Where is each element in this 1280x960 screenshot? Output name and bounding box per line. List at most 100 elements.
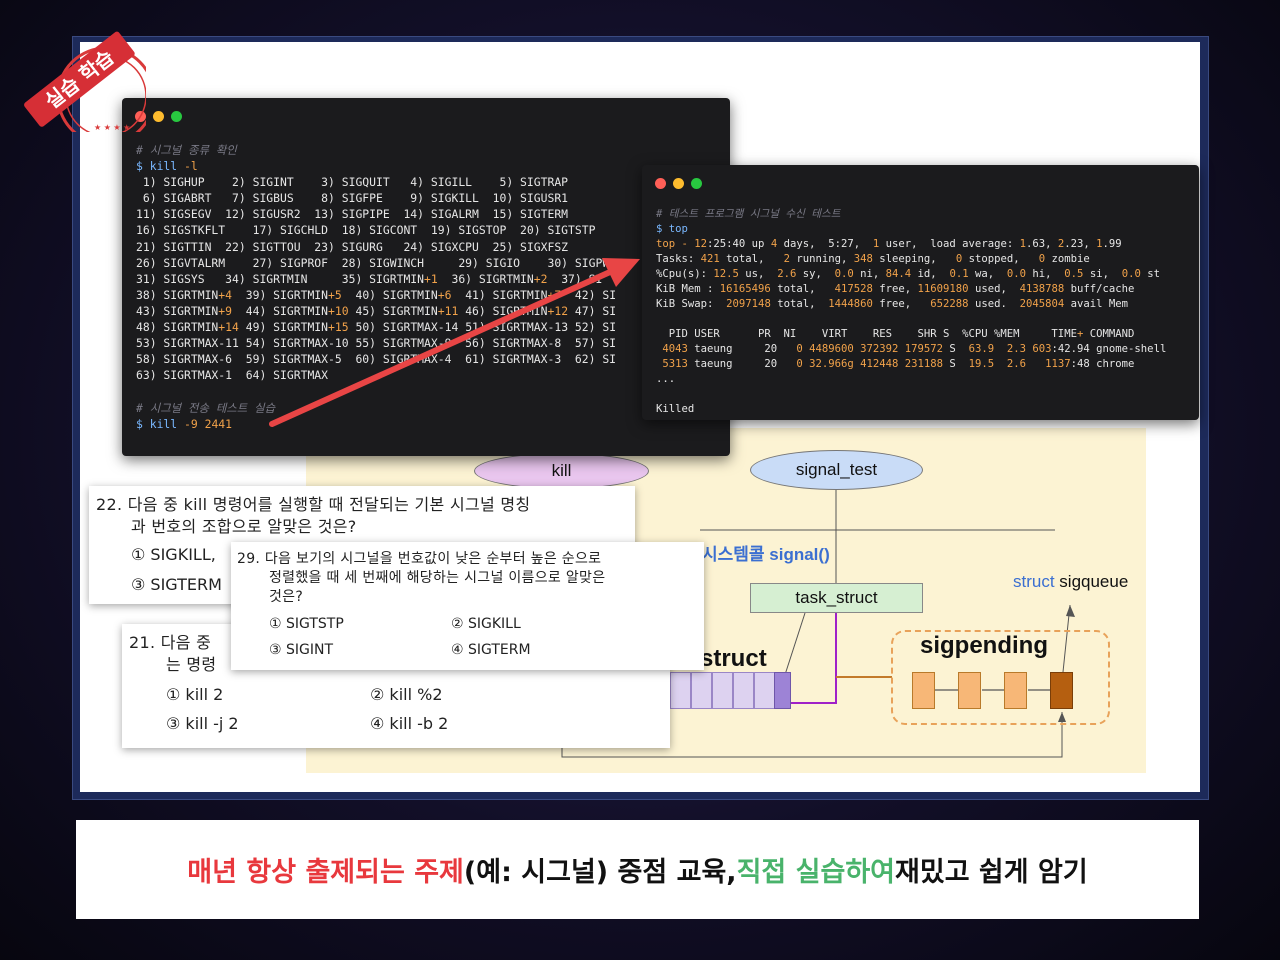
- terminal-text: +1: [424, 271, 438, 286]
- terminal-text: 41) SIGRTMIN: [451, 287, 548, 302]
- terminal-line: # 시그널 종류 확인: [136, 142, 616, 158]
- terminal-text: 2.6: [777, 268, 797, 280]
- sigqueue-name: sigqueue: [1054, 572, 1129, 591]
- question-29-line1: 29. 다음 보기의 시그널을 번호값이 낮은 순부터 높은 순으로: [237, 551, 602, 567]
- terminal-text: 58) SIGRTMAX-6 59) SIGRTMAX-5 60) SIGRTM…: [136, 352, 617, 367]
- terminal-text: +6: [437, 287, 452, 302]
- question-29-line2: 정렬했을 때 세 번째에 해당하는 시그널 이름으로 알맞은: [269, 570, 606, 586]
- terminal-text: 6) SIGABRT 7) SIGBUS 8) SIGFPE 9) SIGKIL…: [136, 191, 569, 206]
- maximize-dot-icon[interactable]: [171, 111, 182, 122]
- queue-cell: [712, 672, 733, 709]
- terminal-text: 421: [700, 253, 720, 265]
- sigqueue-label: struct sigqueue: [1013, 572, 1128, 592]
- terminal-text: 11609180: [917, 283, 969, 295]
- terminal-text: wa,: [968, 268, 1007, 280]
- pending-cell: [1004, 672, 1027, 709]
- terminal-text: 348: [853, 253, 873, 265]
- terminal-line: 4043 taeung 20 0 4489600 372392 179572 S…: [656, 342, 1166, 357]
- question-29-option-1: ① SIGTSTP: [269, 616, 344, 632]
- terminal-text: .99: [1102, 238, 1122, 250]
- question-29-option-2: ② SIGKILL: [451, 616, 521, 632]
- terminal-line: $ kill -l: [136, 158, 616, 174]
- caption-text-1: (예: 시그널) 중점 교육,: [463, 857, 737, 888]
- signal-test-node-label: signal_test: [795, 460, 878, 479]
- terminal-line: 31) SIGSYS 34) SIGRTMIN 35) SIGRTMIN+1 3…: [136, 271, 616, 287]
- question-21-option-2: ② kill %2: [370, 685, 443, 704]
- terminal-line: 38) SIGRTMIN+4 39) SIGRTMIN+5 40) SIGRTM…: [136, 287, 616, 303]
- queue-cell: [733, 672, 754, 709]
- task-struct-label: task_struct: [795, 588, 878, 607]
- task-struct-box: task_struct: [750, 583, 923, 613]
- terminal-text: 12.5: [713, 268, 739, 280]
- queue-cell: [670, 672, 691, 709]
- minimize-dot-icon[interactable]: [673, 178, 684, 189]
- terminal-text: total,: [770, 283, 835, 295]
- terminal-text: +7: [547, 287, 562, 302]
- terminal-line: $ kill -9 2441: [136, 416, 616, 432]
- minimize-dot-icon[interactable]: [153, 111, 164, 122]
- terminal-text: 2.3: [1006, 343, 1026, 355]
- practice-stamp-icon: ★ ★ ★ ★ 실습 학습: [24, 31, 146, 132]
- caption-highlight-red: 매년 항상 출제되는 주제: [187, 857, 464, 888]
- terminal-line: 53) SIGRTMAX-11 54) SIGRTMAX-10 55) SIGR…: [136, 335, 616, 351]
- terminal-text: # 시그널 전송 테스트 실습: [136, 400, 276, 415]
- question-29-line3: 것은?: [269, 589, 304, 605]
- terminal-text: Killed: [656, 403, 695, 415]
- question-21-option-4: ④ kill -b 2: [370, 714, 449, 733]
- terminal-text: avail Mem: [1064, 298, 1129, 310]
- terminal-text: 42) SI: [561, 287, 617, 302]
- terminal-text: :25:40 up: [707, 238, 771, 250]
- terminal-text: user, load average:: [879, 238, 1020, 250]
- window-controls: [655, 178, 702, 189]
- terminal-text: KiB Swap:: [656, 298, 727, 310]
- question-29-option-4: ④ SIGTERM: [451, 642, 531, 658]
- terminal-line: 11) SIGSEGV 12) SIGUSR2 13) SIGPIPE 14) …: [136, 206, 616, 222]
- terminal-text: used.: [968, 298, 1020, 310]
- terminal-text: Tasks:: [656, 253, 701, 265]
- close-dot-icon[interactable]: [655, 178, 666, 189]
- purple-link: [790, 613, 837, 704]
- terminal-text: 0.1: [949, 268, 969, 280]
- terminal-text: 44) SIGRTMIN: [232, 303, 329, 318]
- terminal-text: running,: [789, 253, 854, 265]
- question-22-line1: 22. 다음 중 kill 명령어를 실행할 때 전달되는 기본 시그널 명칭: [96, 495, 531, 514]
- terminal-line: 1) SIGHUP 2) SIGINT 3) SIGQUIT 4) SIGILL…: [136, 174, 616, 190]
- terminal-text: +11: [437, 303, 459, 318]
- terminal-text: 53) SIGRTMAX-11 54) SIGRTMAX-10 55) SIGR…: [136, 336, 617, 351]
- terminal-kill-window: # 시그널 종류 확인 $ kill -l 1) SIGHUP 2) SIGINT…: [122, 98, 730, 456]
- terminal-text: +2: [533, 271, 548, 286]
- caption-highlight-green: 직접 실습하여: [736, 857, 896, 888]
- terminal-text: S: [943, 358, 969, 370]
- sigqueue-keyword: struct: [1013, 572, 1055, 591]
- terminal-text: hi,: [1026, 268, 1065, 280]
- terminal-text: sleeping,: [872, 253, 956, 265]
- terminal-text: 5313: [656, 358, 688, 370]
- terminal-text: si,: [1083, 268, 1122, 280]
- terminal-text: 21) SIGTTIN 22) SIGTTOU 23) SIGURG 24) S…: [136, 239, 569, 254]
- terminal-text: 48) SIGRTMIN: [136, 320, 219, 335]
- terminal-text: 26) SIGVTALRM 27) SIGPROF 28) SIGWINCH 2…: [136, 255, 617, 270]
- question-29-option-3: ③ SIGINT: [269, 642, 334, 658]
- maximize-dot-icon[interactable]: [691, 178, 702, 189]
- struct-label: struct: [700, 645, 767, 672]
- terminal-text: 46) SIGRTMIN: [458, 303, 548, 318]
- terminal-text: 603: [1032, 343, 1052, 355]
- terminal-line: # 테스트 프로그램 시그널 수신 테스트: [656, 207, 1166, 222]
- syscall-label: 시스템콜 signal(): [702, 545, 830, 564]
- terminal-text: 39) SIGRTMIN: [232, 287, 329, 302]
- terminal-text: 38) SIGRTMIN: [136, 287, 219, 302]
- terminal-line: 58) SIGRTMAX-6 59) SIGRTMAX-5 60) SIGRTM…: [136, 351, 616, 367]
- terminal-text: 40) SIGRTMIN: [341, 287, 438, 302]
- terminal-text: .63,: [1025, 238, 1058, 250]
- terminal-text: 43) SIGRTMIN: [136, 303, 219, 318]
- terminal-text: -9 2441: [184, 416, 233, 431]
- terminal-text: $ top: [656, 223, 688, 235]
- terminal-text: 1137: [1045, 358, 1071, 370]
- terminal-text: 1) SIGHUP 2) SIGINT 3) SIGQUIT 4) SIGILL…: [136, 175, 569, 190]
- terminal-text: 0.0: [834, 268, 854, 280]
- question-29-card: 29. 다음 보기의 시그널을 번호값이 낮은 순부터 높은 순으로 정렬했을 …: [231, 542, 704, 670]
- terminal-text: taeung 20: [687, 343, 797, 355]
